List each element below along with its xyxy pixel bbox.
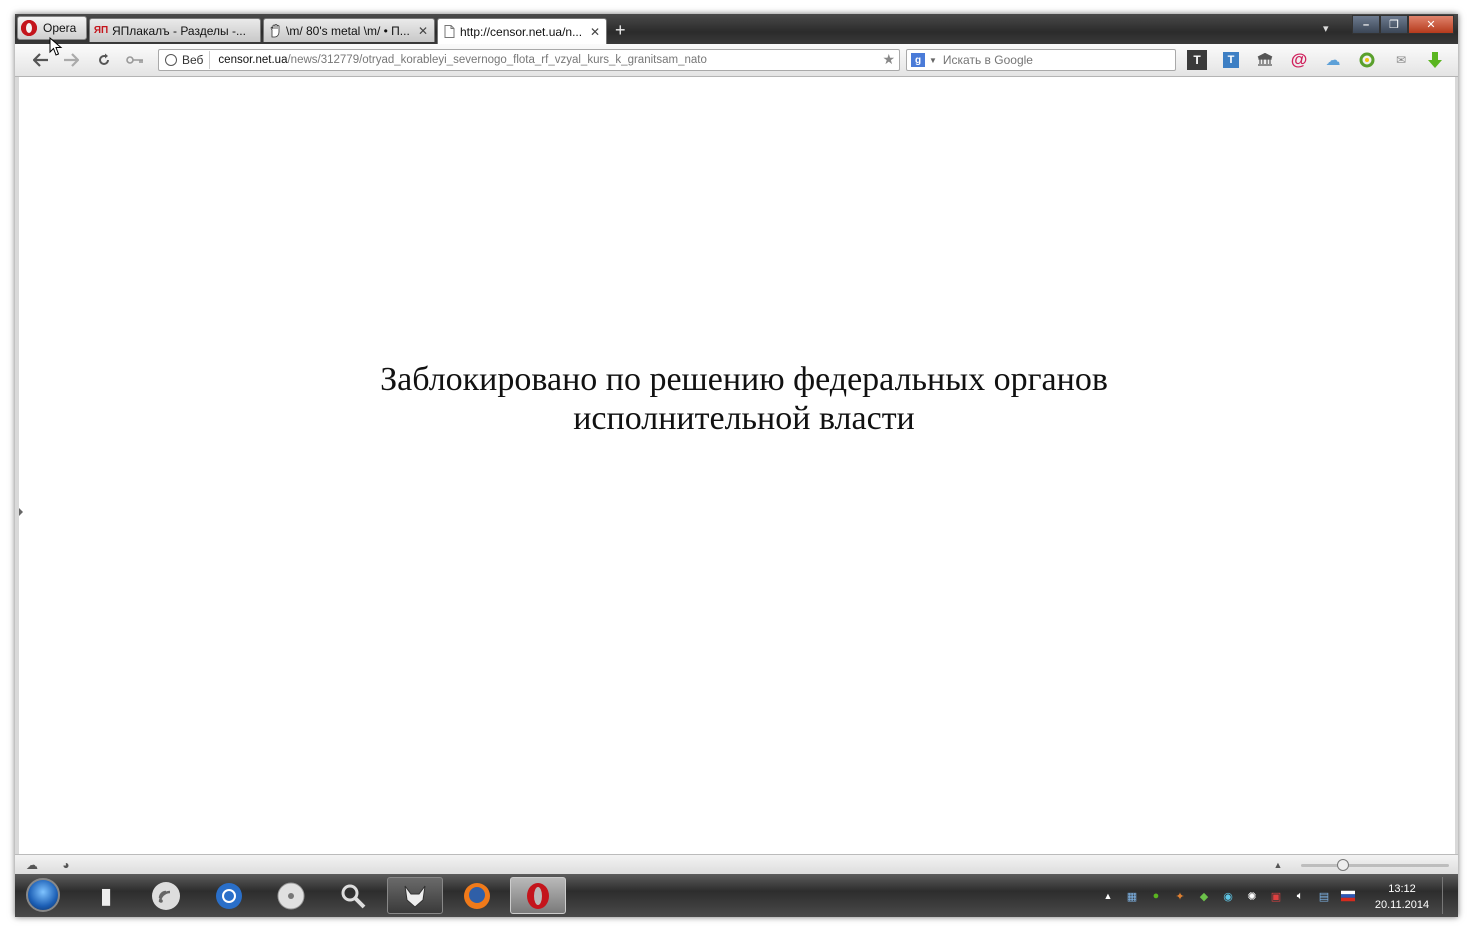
tray-bulb-icon[interactable]: ✺ (1245, 889, 1259, 903)
blocked-message: Заблокировано по решению федеральных орг… (19, 360, 1469, 438)
tray-network-icon[interactable]: ▦ (1125, 889, 1139, 903)
status-expand-arrow-icon[interactable]: ▲ (1271, 858, 1285, 872)
zoom-slider[interactable] (1301, 864, 1449, 867)
tab-80s-metal[interactable]: \m/ 80's metal \m/ • П... ✕ (263, 18, 435, 42)
mail-at-extension-icon[interactable]: @ (1289, 50, 1309, 70)
windows-taskbar: ▮ ▲ ▦ ● ✦ ◆ ◉ ✺ ▣ 🔈︎ ▤ 13:12 20.11.2014 (15, 874, 1458, 917)
tray-globe-icon[interactable]: ◉ (1221, 889, 1235, 903)
start-button[interactable] (26, 878, 60, 912)
opera-menu-label: Opera (43, 21, 77, 35)
tray-utorrent-icon[interactable]: ● (1149, 889, 1163, 903)
sidebar-toggle-icon[interactable] (19, 508, 23, 516)
navigation-toolbar: Веб censor.net.ua/news/312779/otryad_kor… (15, 44, 1458, 77)
speed-dial-gauge-icon[interactable]: ◕ (59, 858, 73, 872)
opera-logo-icon (21, 20, 37, 36)
system-clock[interactable]: 13:12 20.11.2014 (1363, 881, 1441, 913)
blocked-message-line-1: Заблокировано по решению федеральных орг… (380, 361, 1108, 398)
show-desktop-button[interactable] (1442, 877, 1457, 914)
t-extension-icon[interactable]: T (1187, 50, 1207, 70)
mouse-cursor-icon (49, 37, 63, 56)
volume-icon[interactable]: 🔈︎ (1293, 889, 1307, 903)
page-icon (442, 25, 456, 39)
taskbar-app-opera-icon[interactable] (510, 877, 566, 914)
tray-monitor-icon[interactable]: ▣ (1269, 889, 1283, 903)
tray-app-icon[interactable]: ✦ (1173, 889, 1187, 903)
google-icon[interactable]: g (911, 53, 925, 67)
address-bar[interactable]: Веб censor.net.ua/news/312779/otryad_kor… (158, 49, 900, 71)
web-badge[interactable]: Веб (159, 51, 211, 69)
bank-extension-icon[interactable] (1255, 50, 1275, 70)
url-text[interactable]: censor.net.ua/news/312779/otryad_korable… (218, 54, 706, 66)
tray-expand-icon[interactable]: ▲ (1101, 889, 1115, 903)
search-input[interactable] (942, 53, 1153, 67)
blocked-message-line-2: исполнительной власти (573, 400, 915, 437)
opera-unite-cloud-icon[interactable]: ☁ (25, 858, 39, 872)
tab-censor[interactable]: http://censor.net.ua/n... ✕ (437, 18, 607, 44)
key-icon[interactable] (125, 51, 145, 69)
close-tab-icon[interactable]: ✕ (590, 25, 600, 39)
clock-date: 20.11.2014 (1374, 899, 1430, 911)
minimize-button[interactable]: – (1352, 15, 1380, 34)
url-path: /news/312779/otryad_korableyi_severnogo_… (287, 54, 707, 66)
taskbar-app-search-icon[interactable] (325, 877, 381, 914)
close-tab-icon[interactable]: ✕ (418, 24, 428, 38)
globe-icon (165, 54, 177, 66)
web-badge-label: Веб (182, 53, 204, 67)
download-extension-icon[interactable] (1425, 50, 1445, 70)
maximize-button[interactable]: ❐ (1380, 15, 1408, 34)
bookmark-star-icon[interactable]: ★ (882, 51, 895, 68)
sync-extension-icon[interactable] (1357, 50, 1377, 70)
search-bar[interactable]: g ▼ (906, 49, 1176, 71)
taskbar-app-foobar-icon[interactable] (387, 877, 443, 914)
back-button[interactable] (31, 51, 51, 69)
yaplakal-logo-icon: ЯП (93, 25, 109, 36)
taskbar-app-wifi-icon[interactable] (138, 877, 194, 914)
zoom-slider-thumb[interactable] (1337, 859, 1349, 871)
translate-extension-icon[interactable]: T (1221, 50, 1241, 70)
status-bar: ☁ ◕ ▲ (15, 854, 1458, 875)
close-window-button[interactable]: ✕ (1408, 15, 1454, 34)
search-engine-dropdown-icon[interactable]: ▼ (929, 56, 937, 65)
clock-time: 13:12 (1388, 883, 1416, 895)
forward-button[interactable] (61, 51, 81, 69)
tray-leaf-icon[interactable]: ◆ (1197, 889, 1211, 903)
window-controls: – ❐ ✕ (1352, 15, 1454, 34)
cloud-extension-icon[interactable]: ☁ (1323, 50, 1343, 70)
browser-window: Opera ЯП ЯПлакалъ - Разделы -... \m/ 80'… (15, 14, 1458, 917)
taskbar-app-player-icon[interactable]: ▮ (78, 877, 134, 914)
title-bar: Opera ЯП ЯПлакалъ - Разделы -... \m/ 80'… (15, 14, 1458, 44)
tab-title: ЯПлакалъ - Разделы -... (112, 23, 246, 38)
tab-title: \m/ 80's metal \m/ • П... (286, 23, 410, 38)
tray-network-status-icon[interactable]: ▤ (1317, 889, 1331, 903)
tab-yaplakal[interactable]: ЯП ЯПлакалъ - Разделы -... (89, 18, 261, 42)
tab-title: http://censor.net.ua/n... (460, 24, 583, 39)
language-flag-icon[interactable] (1341, 889, 1355, 903)
page-content: Заблокировано по решению федеральных орг… (19, 77, 1455, 854)
url-host: censor.net.ua (218, 54, 288, 66)
envelope-extension-icon[interactable]: ✉ (1391, 50, 1411, 70)
taskbar-app-firefox-icon[interactable] (449, 877, 505, 914)
tab-list-dropdown-icon[interactable]: ▾ (1323, 22, 1329, 35)
tab-strip: ЯП ЯПлакалъ - Разделы -... \m/ 80's meta… (89, 18, 626, 44)
reload-button[interactable] (94, 51, 114, 69)
new-tab-button[interactable]: + (615, 18, 626, 44)
hand-icon (268, 23, 282, 38)
taskbar-app-media-icon[interactable] (201, 877, 257, 914)
taskbar-app-disc-icon[interactable] (263, 877, 319, 914)
